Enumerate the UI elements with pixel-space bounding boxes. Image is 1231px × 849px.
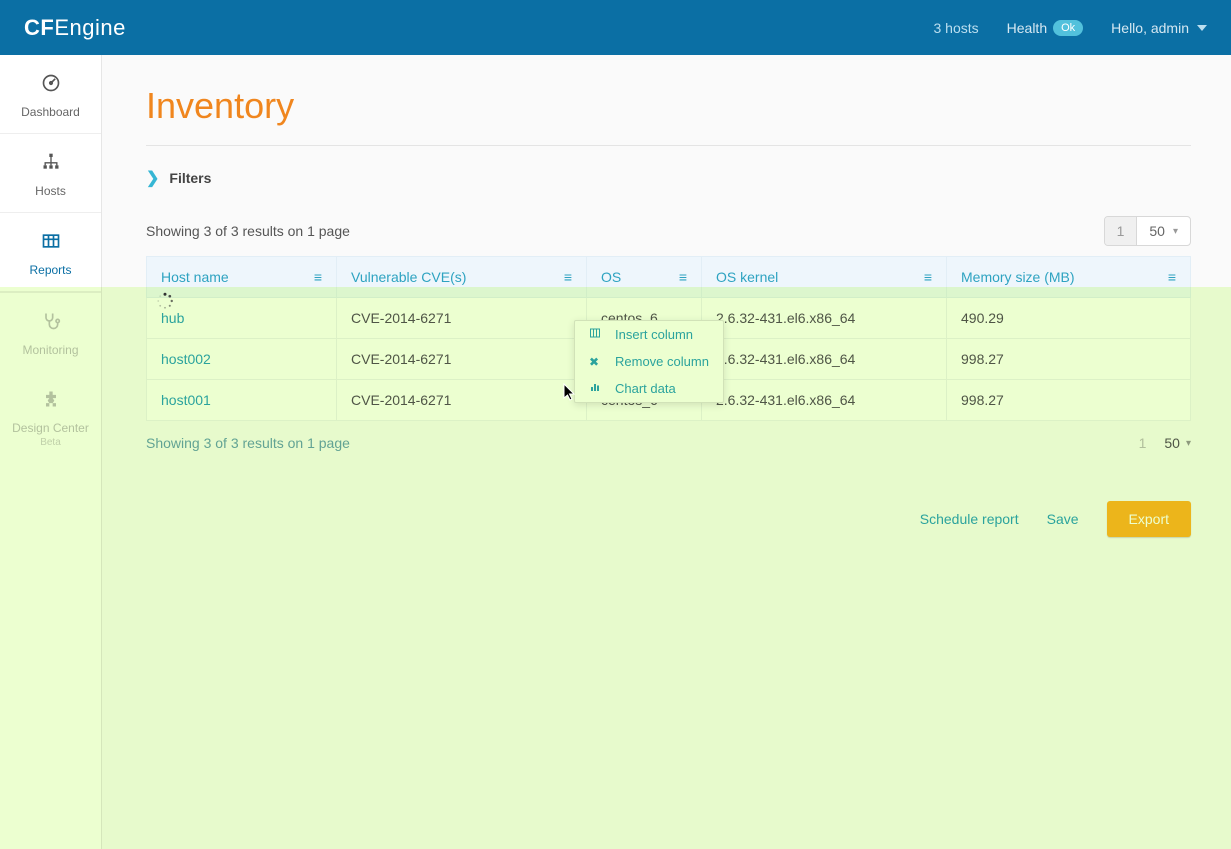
page-number[interactable]: 1 (1105, 217, 1138, 245)
cell-kernel: 2.6.32-431.el6.x86_64 (702, 380, 947, 421)
ctx-label: Remove column (615, 354, 709, 369)
filters-label: Filters (169, 170, 211, 186)
cell-cve: CVE-2014-6271 (337, 339, 587, 380)
sidebar-label: Dashboard (21, 105, 80, 119)
column-menu-icon[interactable]: ≡ (1168, 269, 1176, 285)
hosts-count-link[interactable]: 3 hosts (934, 20, 979, 36)
col-header-label: OS (601, 269, 621, 285)
main-content: Inventory ❯ Filters Showing 3 of 3 resul… (102, 55, 1231, 849)
user-menu[interactable]: Hello, admin (1111, 20, 1207, 36)
beta-badge: Beta (4, 437, 97, 448)
export-button[interactable]: Export (1107, 501, 1191, 537)
ctx-label: Insert column (615, 327, 693, 342)
sidebar-label: Monitoring (22, 343, 78, 357)
cell-kernel: 2.6.32-431.el6.x86_64 (702, 298, 947, 339)
cell-memory: 490.29 (947, 298, 1191, 339)
sidebar-item-dashboard[interactable]: Dashboard (0, 55, 101, 134)
ctx-remove-column[interactable]: ✖ Remove column (575, 348, 723, 375)
health-status-pill: Ok (1053, 20, 1083, 36)
col-header-cve[interactable]: Vulnerable CVE(s) ≡ (337, 257, 587, 298)
sidebar-item-monitoring[interactable]: Monitoring (0, 292, 101, 371)
table-top-bar: Showing 3 of 3 results on 1 page 1 50 ▾ (146, 216, 1191, 246)
results-summary-bottom: Showing 3 of 3 results on 1 page (146, 435, 350, 451)
table-bottom-bar: Showing 3 of 3 results on 1 page 1 50 ▾ (146, 435, 1191, 451)
sidebar-label: Design Center (12, 421, 89, 435)
page-title: Inventory (146, 85, 1191, 127)
results-summary-top: Showing 3 of 3 results on 1 page (146, 223, 350, 239)
health-indicator[interactable]: Health Ok (1007, 20, 1084, 36)
host-link[interactable]: host002 (161, 351, 211, 367)
page-size-select[interactable]: 50 ▾ (1137, 217, 1190, 245)
stethoscope-icon (4, 311, 97, 337)
network-icon (4, 152, 97, 178)
ctx-label: Chart data (615, 381, 676, 396)
sidebar-item-hosts[interactable]: Hosts (0, 134, 101, 213)
cell-memory: 998.27 (947, 339, 1191, 380)
sidebar-label: Reports (29, 263, 71, 277)
insert-column-icon (589, 327, 605, 342)
sidebar-label: Hosts (35, 184, 66, 198)
table-header-row: Host name ≡ Vulnerable CVE(s) ≡ OS ≡ OS … (147, 257, 1191, 298)
host-link[interactable]: host001 (161, 392, 211, 408)
actions-bar: Schedule report Save Export (146, 501, 1191, 537)
ctx-chart-data[interactable]: Chart data (575, 375, 723, 402)
chevron-down-icon (1197, 25, 1207, 31)
page-size-bottom[interactable]: 50 ▾ (1164, 435, 1191, 451)
chevron-right-icon: ❯ (146, 168, 159, 188)
cell-memory: 998.27 (947, 380, 1191, 421)
user-greeting: Hello, admin (1111, 20, 1189, 36)
column-menu-icon[interactable]: ≡ (924, 269, 932, 285)
cell-cve: CVE-2014-6271 (337, 298, 587, 339)
bar-chart-icon (589, 381, 605, 396)
host-link[interactable]: hub (161, 310, 184, 326)
page-size-value: 50 (1149, 223, 1165, 239)
gauge-icon (4, 73, 97, 99)
brand-logo: CFEngine (24, 15, 126, 41)
filters-toggle[interactable]: ❯ Filters (146, 168, 1191, 188)
col-header-label: Host name (161, 269, 229, 285)
column-menu-icon[interactable]: ≡ (679, 269, 687, 285)
col-header-host[interactable]: Host name ≡ (147, 257, 337, 298)
pagination-top: 1 50 ▾ (1104, 216, 1191, 246)
page-number-bottom[interactable]: 1 (1139, 435, 1147, 451)
save-link[interactable]: Save (1047, 511, 1079, 527)
ctx-insert-column[interactable]: Insert column (575, 321, 723, 348)
divider (146, 145, 1191, 146)
sidebar-item-reports[interactable]: Reports (0, 213, 101, 292)
sidebar: Dashboard Hosts Reports Monitoring Desig… (0, 55, 102, 849)
puzzle-icon (4, 389, 97, 415)
col-header-label: Vulnerable CVE(s) (351, 269, 466, 285)
schedule-report-link[interactable]: Schedule report (920, 511, 1019, 527)
page-size-value-bottom: 50 (1164, 435, 1180, 451)
col-header-label: OS kernel (716, 269, 778, 285)
brand-suffix: Engine (54, 15, 126, 40)
col-header-memory[interactable]: Memory size (MB) ≡ (947, 257, 1191, 298)
brand-prefix: CF (24, 15, 54, 40)
topbar: CFEngine 3 hosts Health Ok Hello, admin (0, 0, 1231, 55)
table-icon (4, 231, 97, 257)
caret-down-icon: ▾ (1186, 438, 1191, 449)
hosts-count-label: 3 hosts (934, 20, 979, 36)
col-header-kernel[interactable]: OS kernel ≡ (702, 257, 947, 298)
cell-cve: CVE-2014-6271 (337, 380, 587, 421)
column-menu-icon[interactable]: ≡ (314, 269, 322, 285)
column-menu-icon[interactable]: ≡ (564, 269, 572, 285)
cell-kernel: 2.6.32-431.el6.x86_64 (702, 339, 947, 380)
col-header-os[interactable]: OS ≡ (587, 257, 702, 298)
remove-icon: ✖ (589, 355, 605, 369)
col-header-label: Memory size (MB) (961, 269, 1075, 285)
column-context-menu: Insert column ✖ Remove column Chart data (574, 320, 724, 403)
caret-down-icon: ▾ (1173, 226, 1178, 237)
sidebar-item-design-center[interactable]: Design Center Beta (0, 371, 101, 462)
health-label: Health (1007, 20, 1047, 36)
